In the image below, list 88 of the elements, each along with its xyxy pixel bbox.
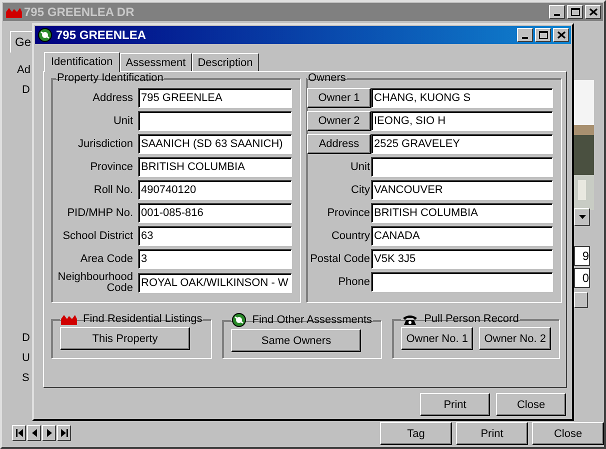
- field-label: D: [22, 332, 30, 344]
- disc-icon: [38, 28, 52, 42]
- field-label: Unit: [349, 162, 371, 172]
- phone-icon: [402, 314, 418, 324]
- maximize-button[interactable]: [567, 5, 583, 19]
- button[interactable]: Tag: [380, 422, 452, 445]
- button[interactable]: Owner No. 2: [479, 327, 552, 350]
- input-field[interactable]: 63: [138, 226, 292, 246]
- next-record-button[interactable]: [42, 425, 56, 441]
- input-field[interactable]: 2525 GRAVELEY: [371, 134, 553, 154]
- skip-back-icon: [14, 428, 24, 438]
- last-record-button[interactable]: [57, 425, 71, 441]
- field-label: Phone: [337, 276, 371, 288]
- input-field[interactable]: CANADA: [371, 226, 553, 246]
- group-title: Find Residential Listings: [83, 313, 202, 325]
- group-title: Property Identification: [57, 72, 164, 84]
- input-field[interactable]: SAANICH (SD 63 SAANICH): [138, 134, 292, 154]
- tab[interactable]: Description: [192, 53, 259, 71]
- close-button[interactable]: [553, 28, 569, 42]
- minimize-button[interactable]: [517, 28, 533, 42]
- input-field[interactable]: VANCOUVER: [371, 180, 553, 200]
- previous-record-button[interactable]: [27, 425, 41, 441]
- field-label: Postal Code: [309, 254, 371, 264]
- button[interactable]: Close: [532, 422, 604, 445]
- disc-icon: [232, 313, 246, 327]
- field-label: Country: [330, 230, 371, 242]
- field-label: Jurisdiction: [76, 138, 134, 150]
- field-label: S: [22, 372, 30, 384]
- houses-icon: [61, 314, 77, 324]
- input-field[interactable]: [138, 111, 292, 131]
- field-label: Province: [89, 162, 134, 172]
- tab[interactable]: Identification: [44, 52, 120, 72]
- input-field[interactable]: 0: [574, 268, 590, 288]
- field-label: Province: [326, 208, 371, 218]
- window-title: 795 GREENLEA: [56, 28, 148, 42]
- input-field[interactable]: ROYAL OAK/WILKINSON - W: [138, 273, 292, 293]
- field-label: U: [22, 352, 30, 364]
- button[interactable]: Address: [307, 134, 371, 154]
- button[interactable]: Print: [456, 422, 528, 445]
- input-field[interactable]: 001-085-816: [138, 203, 292, 223]
- button[interactable]: Owner No. 1: [401, 327, 474, 350]
- field-label: D: [22, 84, 30, 96]
- input-field[interactable]: 490740120: [138, 180, 292, 200]
- window-title: 795 GREENLEA DR: [24, 5, 136, 19]
- group-title: Find Other Assessments: [252, 314, 372, 326]
- field-label: Area Code: [79, 254, 134, 264]
- field-label: Roll No.: [92, 184, 134, 196]
- field-label: Address: [92, 92, 134, 104]
- button[interactable]: This Property: [60, 327, 190, 350]
- forward-icon: [44, 428, 54, 438]
- maximize-icon: [538, 31, 548, 39]
- field-label: Neighbourhood Code: [56, 272, 134, 294]
- field-label: City: [350, 184, 371, 196]
- close-icon: [556, 31, 566, 39]
- input-field[interactable]: IEONG, SIO H: [371, 111, 553, 131]
- input-field[interactable]: [371, 157, 553, 177]
- input-field[interactable]: V5K 3J5: [371, 249, 553, 269]
- close-icon: [588, 8, 598, 16]
- group-title: Owners: [308, 72, 346, 84]
- input-field[interactable]: BRITISH COLUMBIA: [138, 157, 292, 177]
- field-label: Unit: [112, 116, 134, 126]
- input-field[interactable]: [371, 272, 553, 292]
- input-field[interactable]: CHANG, KUONG S: [371, 88, 553, 108]
- close-button[interactable]: [585, 5, 601, 19]
- skip-forward-icon: [60, 428, 68, 438]
- field-label: School District: [62, 230, 134, 242]
- button[interactable]: Same Owners: [231, 329, 362, 352]
- field-label: Ad: [17, 64, 30, 76]
- button[interactable]: Print: [420, 393, 490, 416]
- group-title: Pull Person Record: [424, 313, 519, 325]
- button[interactable]: [574, 292, 588, 308]
- minimize-button[interactable]: [549, 5, 565, 19]
- field-label: PID/MHP No.: [66, 208, 134, 218]
- tab[interactable]: Assessment: [120, 53, 192, 71]
- input-field[interactable]: 3: [138, 249, 292, 269]
- houses-icon: [6, 6, 22, 18]
- first-record-button[interactable]: [12, 425, 26, 441]
- input-field[interactable]: BRITISH COLUMBIA: [371, 203, 553, 223]
- button[interactable]: Owner 2: [307, 111, 371, 131]
- caret-icon: [578, 215, 586, 219]
- maximize-icon: [570, 8, 580, 16]
- button[interactable]: Owner 1: [307, 88, 371, 108]
- input-field[interactable]: 795 GREENLEA: [138, 88, 292, 108]
- maximize-button[interactable]: [535, 28, 551, 42]
- back-icon: [30, 428, 38, 438]
- dropdown-button[interactable]: [574, 208, 590, 226]
- input-field[interactable]: 9: [574, 246, 590, 266]
- button[interactable]: Close: [496, 393, 566, 416]
